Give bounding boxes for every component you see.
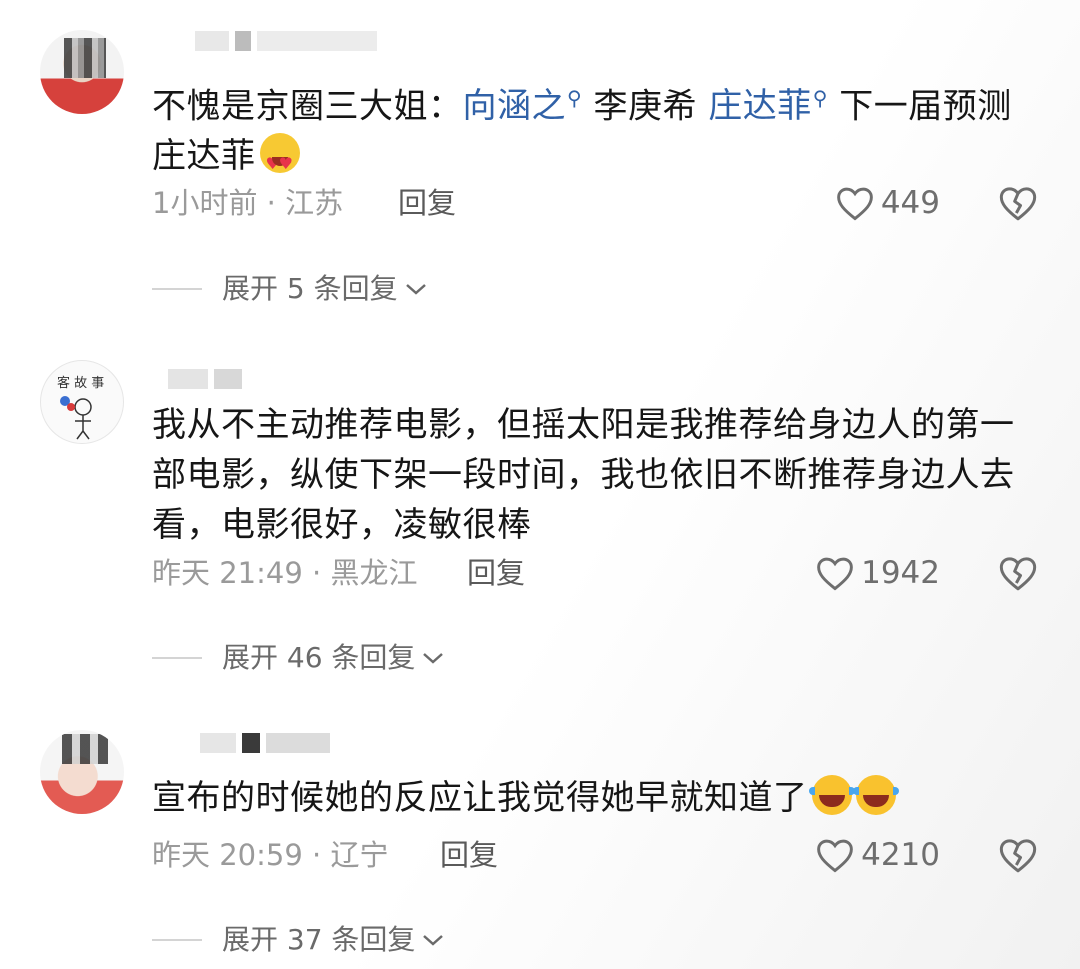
like-button[interactable]: 1942 xyxy=(815,553,940,593)
comment-text: 宣布的时候她的反应让我觉得她早就知道了 xyxy=(152,773,1032,823)
avatar[interactable] xyxy=(40,730,124,814)
divider xyxy=(152,288,202,290)
broken-heart-icon[interactable] xyxy=(998,553,1038,593)
expand-replies[interactable]: 展开 37 条回复 xyxy=(152,920,445,960)
expand-replies[interactable]: 展开 5 条回复 xyxy=(152,269,428,309)
time-location: 1小时前 · 江苏 xyxy=(152,186,344,220)
avatar[interactable] xyxy=(40,30,124,114)
laughing-crying-emoji xyxy=(852,775,899,815)
heart-outline-icon xyxy=(817,839,853,873)
search-icon: ⚲ xyxy=(812,86,828,110)
broken-heart-icon[interactable] xyxy=(998,183,1038,223)
divider xyxy=(152,657,202,659)
username-blurred[interactable] xyxy=(200,732,336,758)
expand-replies[interactable]: 展开 46 条回复 xyxy=(152,638,445,678)
username-blurred[interactable] xyxy=(195,30,383,56)
reply-button[interactable]: 回复 xyxy=(398,183,456,223)
username-blurred[interactable] xyxy=(168,368,248,394)
divider xyxy=(152,939,202,941)
like-button[interactable]: 449 xyxy=(835,183,940,223)
heart-outline-icon xyxy=(836,187,873,221)
like-count: 1942 xyxy=(861,555,940,591)
avatar[interactable]: 客 故 事 xyxy=(40,360,124,444)
time-location: 昨天 20:59 · 辽宁 xyxy=(152,838,389,872)
reply-button[interactable]: 回复 xyxy=(440,835,498,875)
like-count: 449 xyxy=(880,185,940,221)
reply-button[interactable]: 回复 xyxy=(467,553,525,593)
broken-heart-icon[interactable] xyxy=(998,835,1038,875)
chevron-down-icon xyxy=(423,653,444,664)
svg-text:客 故 事: 客 故 事 xyxy=(57,375,104,391)
time-location: 昨天 21:49 · 黑龙江 xyxy=(152,556,418,590)
heart-eyes-emoji xyxy=(259,133,300,189)
comment-text: 我从不主动推荐电影，但摇太阳是我推荐给身边人的第一部电影，纵使下架一段时间，我也… xyxy=(152,405,1015,545)
like-count: 4210 xyxy=(861,837,940,873)
chevron-down-icon xyxy=(423,935,444,946)
topic-tag[interactable]: 向涵之⚲ xyxy=(463,86,583,126)
heart-outline-icon xyxy=(817,557,853,591)
doodle-avatar-image: 客 故 事 xyxy=(57,375,104,440)
chevron-down-icon xyxy=(405,284,426,295)
laughing-crying-emoji xyxy=(808,775,855,815)
like-button[interactable]: 4210 xyxy=(815,835,940,875)
search-icon: ⚲ xyxy=(567,86,583,110)
comment-text: 不愧是京圈三大姐：向涵之⚲ 李庚希 庄达菲⚲ 下一届预测庄达菲 xyxy=(152,73,1032,189)
topic-tag[interactable]: 庄达菲⚲ xyxy=(708,86,828,126)
